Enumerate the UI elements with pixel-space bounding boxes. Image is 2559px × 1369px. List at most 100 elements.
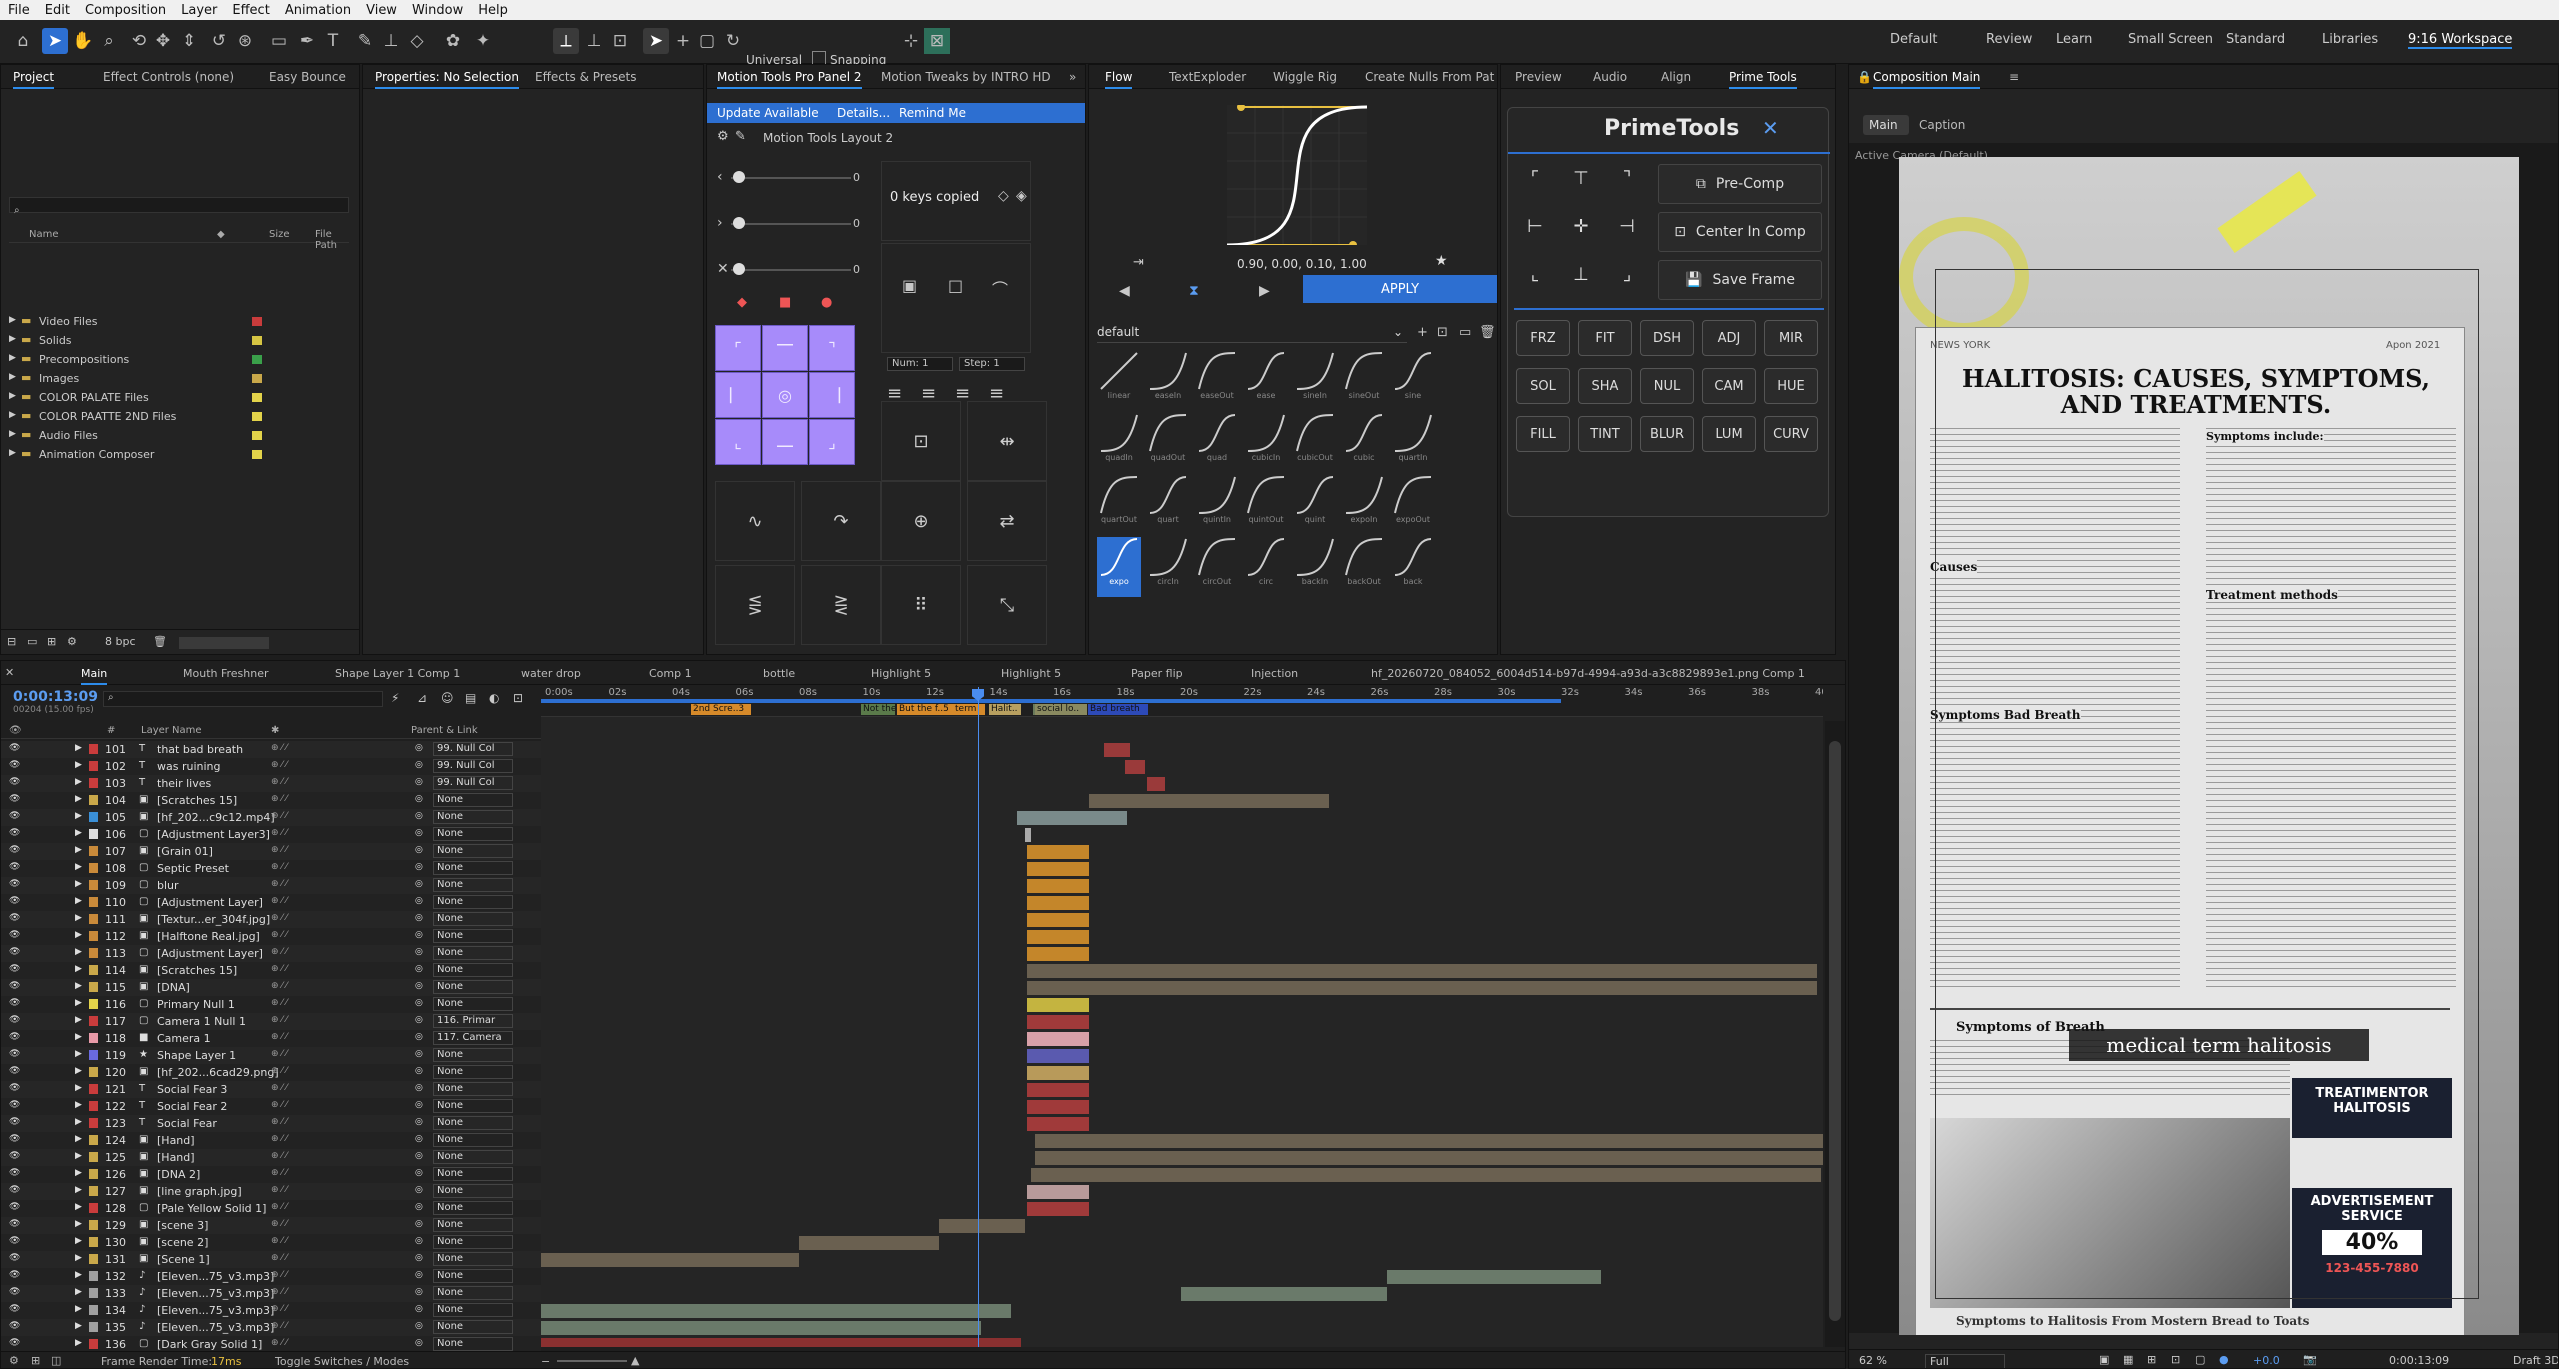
- tab-create-nulls[interactable]: Create Nulls From Pat: [1365, 70, 1494, 84]
- layer-name[interactable]: [Hand]: [157, 1151, 195, 1164]
- parent-dropdown[interactable]: 99. Null Col: [433, 759, 513, 773]
- resolution-dropdown[interactable]: Full: [1925, 1354, 2005, 1368]
- expand-arrow-icon[interactable]: ▶: [75, 1270, 82, 1280]
- layer-name[interactable]: their lives: [157, 777, 211, 790]
- layer-row[interactable]: 👁 ▶ 111 ▣ [Textur...er_304f.jpg] ⊕ ⁄ ⁄ ◎ None: [1, 911, 541, 928]
- transparency-grid-icon[interactable]: ▦: [2123, 1353, 2133, 1366]
- easing-quadOut[interactable]: quadOut: [1146, 413, 1190, 473]
- visibility-eye-icon[interactable]: 👁: [9, 1015, 20, 1025]
- project-folder[interactable]: ▶ ▬ COLOR PALATE Files: [9, 389, 349, 407]
- visibility-eye-icon[interactable]: 👁: [9, 1321, 20, 1331]
- layer-duration-bar[interactable]: [1035, 1134, 1823, 1148]
- apply-button[interactable]: APPLY: [1303, 275, 1497, 303]
- parent-dropdown[interactable]: 99. Null Col: [433, 742, 513, 756]
- next-curve-icon[interactable]: ▶: [1259, 283, 1270, 299]
- layer-name[interactable]: [Eleven...75_v3.mp3]: [157, 1321, 274, 1334]
- expand-arrow-icon[interactable]: ▶: [75, 760, 82, 770]
- layer-name[interactable]: [Adjustment Layer]: [157, 896, 263, 909]
- label-swatch[interactable]: [252, 336, 262, 345]
- layer-row[interactable]: 👁 ▶ 105 ▣ [hf_202...c9c12.mp4] ⊕ ⁄ ⁄ ◎ None: [1, 809, 541, 826]
- import-curve-icon[interactable]: ⇥: [1133, 255, 1144, 270]
- layer-label-color[interactable]: [89, 829, 98, 839]
- expand-arrow-icon[interactable]: ▶: [9, 315, 16, 325]
- hand-tool-icon[interactable]: ✋: [70, 28, 96, 54]
- visibility-eye-icon[interactable]: 👁: [9, 981, 20, 991]
- expand-arrow-icon[interactable]: ▶: [9, 334, 16, 344]
- layer-label-color[interactable]: [89, 1339, 98, 1349]
- renderer-label[interactable]: Draft 3D: [2513, 1354, 2558, 1367]
- tab-project[interactable]: Project: [13, 70, 55, 89]
- parent-dropdown[interactable]: None: [433, 1167, 513, 1181]
- prev-curve-icon[interactable]: ◀: [1119, 283, 1130, 299]
- label-swatch[interactable]: [252, 393, 262, 402]
- layer-duration-bar[interactable]: [1027, 1100, 1089, 1114]
- comp-marker[interactable]: 2nd Scre..3: [691, 704, 751, 715]
- layer-name[interactable]: [Hand]: [157, 1134, 195, 1147]
- layer-switches-icon[interactable]: ⊕ ⁄ ⁄: [271, 1287, 287, 1297]
- expand-arrow-icon[interactable]: ▶: [75, 1219, 82, 1229]
- layer-duration-bar[interactable]: [1027, 1083, 1089, 1097]
- layer-row[interactable]: 👁 ▶ 106 ▢ [Adjustment Layer3] ⊕ ⁄ ⁄ ◎ None: [1, 826, 541, 843]
- timeline-tab-10[interactable]: hf_20260720_084052_6004d514-b97d-4994-a9…: [1371, 667, 1805, 680]
- layer-name[interactable]: [Grain 01]: [157, 845, 213, 858]
- parent-dropdown[interactable]: None: [433, 1048, 513, 1062]
- layer-label-color[interactable]: [89, 1237, 98, 1247]
- shy-icon[interactable]: ☺: [441, 691, 454, 705]
- layer-switches-icon[interactable]: ⊕ ⁄ ⁄: [271, 1117, 287, 1127]
- layer-switches-icon[interactable]: ⊕ ⁄ ⁄: [271, 862, 287, 872]
- layer-duration-bar[interactable]: [1181, 1287, 1387, 1301]
- workspace-1[interactable]: Review: [1986, 32, 2032, 47]
- layer-switches-icon[interactable]: ⊕ ⁄ ⁄: [271, 1253, 287, 1263]
- pickwhip-icon[interactable]: ◎: [415, 1134, 423, 1144]
- layer-label-color[interactable]: [89, 880, 98, 890]
- parent-dropdown[interactable]: None: [433, 912, 513, 926]
- pickwhip-icon[interactable]: ◎: [415, 1032, 423, 1042]
- label-swatch[interactable]: [252, 355, 262, 364]
- parent-dropdown[interactable]: None: [433, 1303, 513, 1317]
- layer-duration-bar[interactable]: [1025, 828, 1031, 842]
- layer-row[interactable]: 👁 ▶ 121 T Social Fear 3 ⊕ ⁄ ⁄ ◎ None: [1, 1081, 541, 1098]
- visibility-eye-icon[interactable]: 👁: [9, 1134, 20, 1144]
- expand-arrow-icon[interactable]: ▶: [75, 1338, 82, 1348]
- visibility-eye-icon[interactable]: 👁: [9, 930, 20, 940]
- layer-label-color[interactable]: [89, 965, 98, 975]
- bezier-curve-editor[interactable]: [1227, 105, 1367, 245]
- expand-arrow-icon[interactable]: ▶: [75, 981, 82, 991]
- zoom-out-icon[interactable]: −: [541, 1355, 550, 1368]
- layer-name[interactable]: Social Fear 3: [157, 1083, 227, 1096]
- parent-dropdown[interactable]: None: [433, 1082, 513, 1096]
- expand-arrow-icon[interactable]: ▶: [75, 777, 82, 787]
- project-folder[interactable]: ▶ ▬ Images: [9, 370, 349, 388]
- col-layer-name[interactable]: Layer Name: [141, 725, 202, 736]
- pickwhip-icon[interactable]: ◎: [415, 828, 423, 838]
- tab-audio[interactable]: Audio: [1593, 70, 1627, 84]
- visibility-eye-icon[interactable]: 👁: [9, 879, 20, 889]
- layer-label-color[interactable]: [89, 931, 98, 941]
- tab-flow[interactable]: Flow: [1105, 70, 1133, 89]
- layer-switches-icon[interactable]: ⊕ ⁄ ⁄: [271, 947, 287, 957]
- timeline-current-time[interactable]: 0:00:13:09: [13, 689, 98, 705]
- expand-arrow-icon[interactable]: ▶: [75, 1117, 82, 1127]
- pickwhip-icon[interactable]: ◎: [415, 879, 423, 889]
- layer-switches-icon[interactable]: ⊕ ⁄ ⁄: [271, 1100, 287, 1110]
- comp-marker[interactable]: Bad breath: [1088, 704, 1148, 715]
- tab-motion-tools-pro[interactable]: Motion Tools Pro Panel 2: [717, 70, 862, 89]
- pickwhip-icon[interactable]: ◎: [415, 760, 423, 770]
- tab-composition-main[interactable]: Composition Main: [1873, 70, 1981, 89]
- work-area-bar[interactable]: [541, 699, 1561, 703]
- layer-row[interactable]: 👁 ▶ 118 ■ Camera 1 ⊕ ⁄ ⁄ ◎ 117. Camera: [1, 1030, 541, 1047]
- layer-row[interactable]: 👁 ▶ 119 ★ Shape Layer 1 ⊕ ⁄ ⁄ ◎ None: [1, 1047, 541, 1064]
- visibility-eye-icon[interactable]: 👁: [9, 1083, 20, 1093]
- pickwhip-icon[interactable]: ◎: [415, 1015, 423, 1025]
- layer-duration-bar[interactable]: [1027, 879, 1089, 893]
- layer-row[interactable]: 👁 ▶ 130 ▣ [scene 2] ⊕ ⁄ ⁄ ◎ None: [1, 1234, 541, 1251]
- timeline-tab-2[interactable]: Shape Layer 1 Comp 1: [335, 667, 460, 680]
- layer-row[interactable]: 👁 ▶ 134 ♪ [Eleven...75_v3.mp3] ⊕ ⁄ ⁄ ◎ None: [1, 1302, 541, 1319]
- layer-duration-bar[interactable]: [1387, 1270, 1601, 1284]
- visibility-eye-icon[interactable]: 👁: [9, 1049, 20, 1059]
- prime-btn-cam[interactable]: CAM: [1702, 368, 1756, 404]
- expand-arrow-icon[interactable]: ▶: [75, 862, 82, 872]
- project-folder[interactable]: ▶ ▬ Solids: [9, 332, 349, 350]
- layer-duration-bar[interactable]: [1027, 845, 1089, 859]
- switches-icon[interactable]: ✱: [271, 725, 279, 736]
